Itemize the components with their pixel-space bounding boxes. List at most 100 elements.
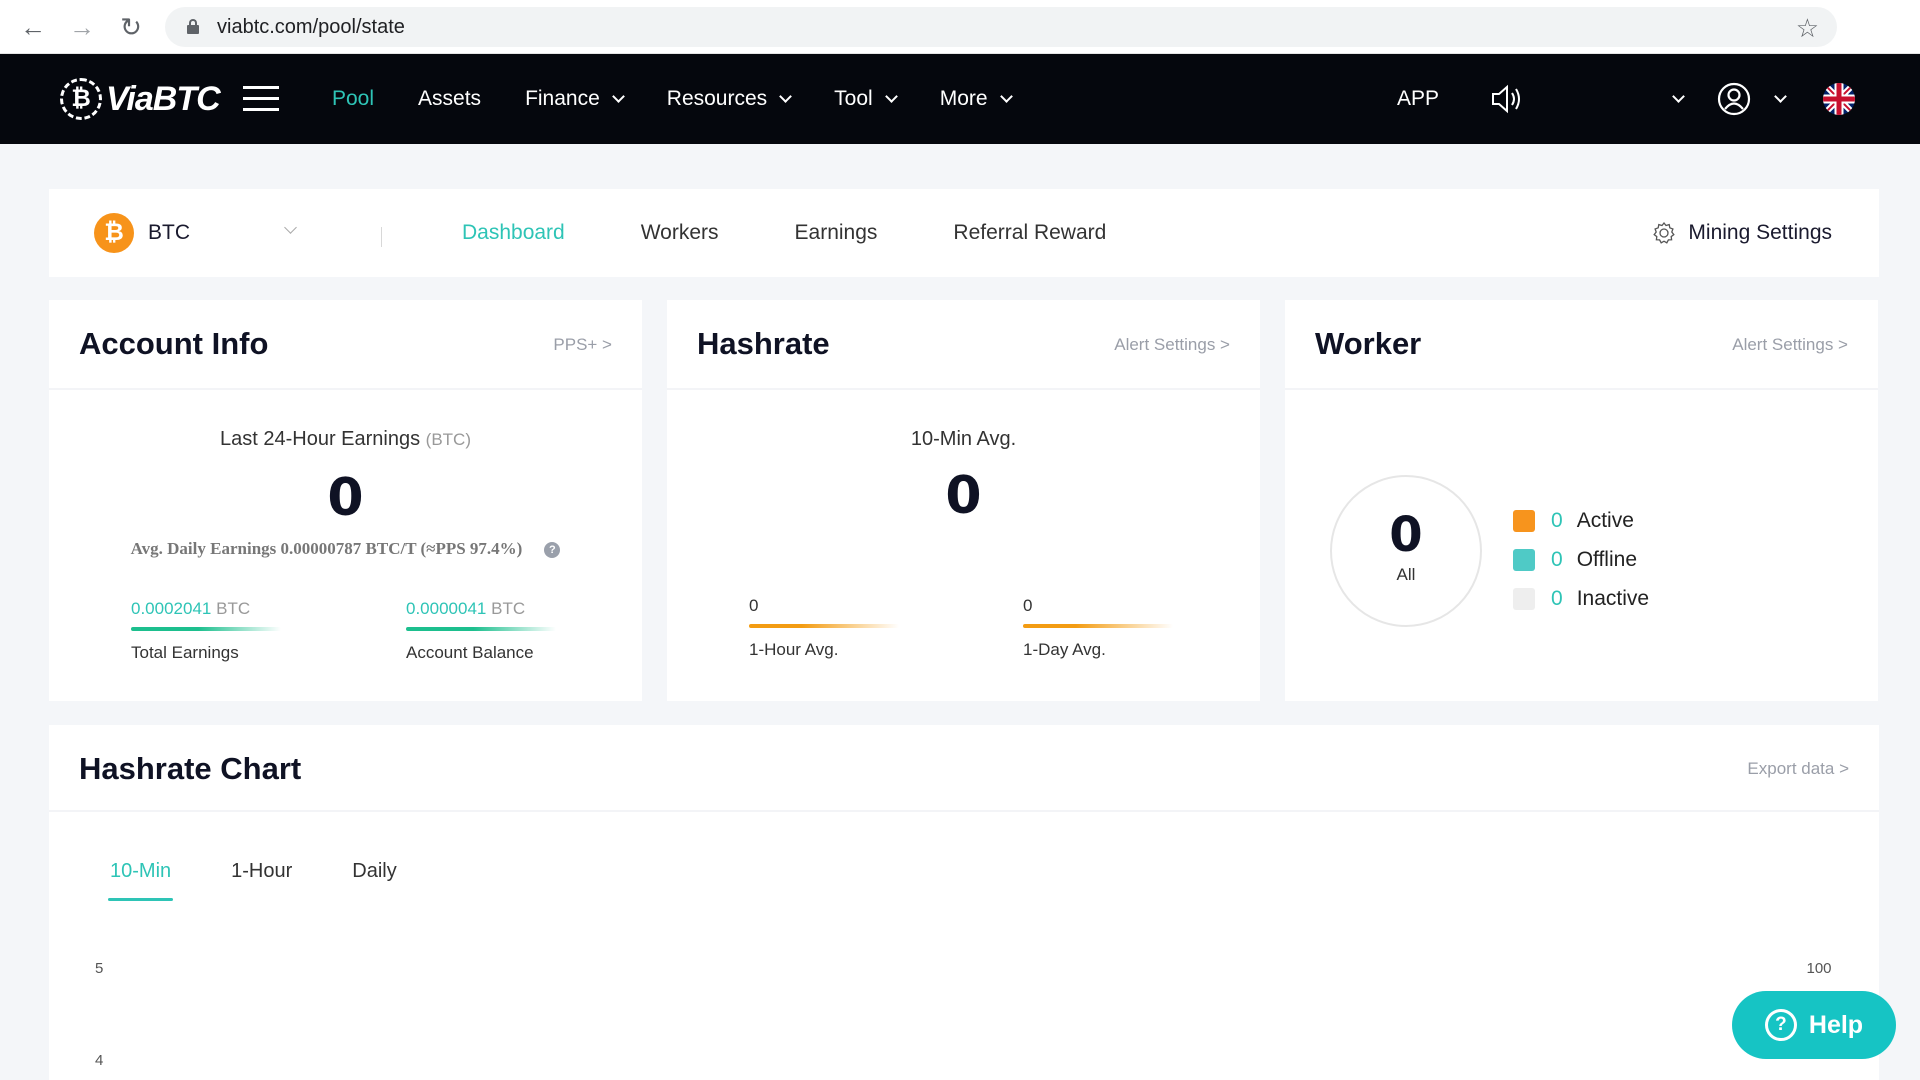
account-info-card: Account Info PPS+ > Last 24-Hour Earning… [49, 300, 642, 701]
chevron-down-icon [884, 89, 898, 103]
divider [381, 227, 382, 247]
legend-count: 0 [1551, 508, 1563, 532]
logo-mark-icon: ₿ [60, 78, 102, 120]
user-dropdown[interactable] [1762, 54, 1787, 144]
help-question-icon[interactable]: ? [544, 542, 561, 558]
chevron-down-icon [999, 89, 1013, 103]
account-balance-stat: 0.0000041 BTC Account Balance [406, 599, 556, 663]
notification-dropdown[interactable] [1660, 54, 1685, 144]
legend-label: Inactive [1576, 586, 1650, 610]
one-day-avg-bar [1023, 624, 1173, 628]
legend-count: 0 [1551, 586, 1563, 610]
legend-swatch [1513, 548, 1535, 571]
nav-item-label: Pool [332, 87, 375, 110]
total-earnings-bar [131, 627, 281, 631]
back-arrow-icon[interactable]: ← [18, 12, 48, 42]
account-balance-bar [406, 627, 556, 631]
chevron-down-icon [284, 221, 297, 234]
pps-plus-link[interactable]: PPS+ > [553, 335, 612, 355]
coin-selector[interactable]: ₿ BTC [94, 213, 304, 253]
help-label: Help [1808, 1010, 1864, 1039]
worker-legend-active[interactable]: 0 Active [1513, 501, 1649, 540]
viabtc-logo[interactable]: ₿ ViaBTC [60, 76, 221, 122]
card-title: Worker [1315, 326, 1422, 361]
tab-earnings[interactable]: Earnings [795, 221, 878, 245]
export-data-link[interactable]: Export data > [1747, 759, 1849, 779]
nav-item-assets[interactable]: Assets [418, 87, 481, 111]
nav-item-more[interactable]: More [939, 87, 1013, 111]
total-earnings-value: 0.0002041 BTC [131, 599, 251, 618]
address-bar[interactable]: viabtc.com/pool/state ☆ [165, 7, 1837, 47]
mining-settings-label: Mining Settings [1688, 221, 1832, 244]
browser-toolbar: ← → ↻ viabtc.com/pool/state ☆ [0, 0, 1920, 54]
legend-label: Offline [1576, 547, 1638, 571]
app-link[interactable]: APP [1397, 54, 1439, 144]
legend-swatch [1513, 509, 1535, 532]
last-24h-earnings-label: Last 24-Hour Earnings (BTC) [220, 428, 471, 450]
dashboard-tabs: Dashboard Workers Earnings Referral Reward [462, 189, 1182, 277]
logo-text: ViaBTC [106, 79, 221, 118]
range-tab-daily[interactable]: Daily [352, 860, 396, 901]
hashrate-card: Hashrate Alert Settings > 10-Min Avg. 0 … [667, 300, 1260, 701]
card-title: Hashrate [697, 326, 830, 361]
nav-item-label: More [939, 87, 988, 110]
lock-icon [187, 19, 199, 34]
reload-icon[interactable]: ↻ [116, 12, 146, 42]
help-button[interactable]: ? Help [1732, 991, 1896, 1059]
hashrate-alert-settings-link[interactable]: Alert Settings > [1114, 335, 1230, 355]
nav-item-label: Finance [525, 87, 600, 110]
chevron-down-icon [1774, 89, 1787, 103]
nav-item-pool[interactable]: Pool [332, 87, 374, 111]
forward-arrow-icon[interactable]: → [67, 12, 97, 42]
worker-alert-settings-link[interactable]: Alert Settings > [1732, 335, 1848, 355]
gear-icon [1653, 221, 1676, 244]
user-account-icon[interactable] [1717, 54, 1751, 144]
one-day-avg-label: 1-Day Avg. [1023, 640, 1106, 659]
account-balance-value: 0.0000041 BTC [406, 599, 526, 618]
url-text[interactable]: viabtc.com/pool/state [217, 16, 405, 39]
main-menu: Pool Assets Finance Resources Tool More [332, 54, 1055, 144]
range-tab-10-min[interactable]: 10-Min [107, 860, 174, 901]
ten-min-avg-value: 0 [945, 466, 982, 526]
worker-status-legend: 0 Active 0 Offline 0 Inactive [1513, 501, 1649, 618]
total-earnings-label: Total Earnings [131, 643, 239, 662]
one-hour-avg-bar [749, 624, 899, 628]
coin-name: BTC [148, 221, 190, 244]
coin-tab-bar: ₿ BTC Dashboard Workers Earnings Referral R… [49, 189, 1879, 277]
card-title: Account Info [79, 326, 269, 361]
one-day-avg-stat: 0 1-Day Avg. [1023, 596, 1173, 660]
legend-count: 0 [1551, 547, 1563, 571]
worker-total-value: 0 [1389, 507, 1423, 563]
total-earnings-stat: 0.0002041 BTC Total Earnings [131, 599, 281, 663]
hamburger-menu-icon[interactable] [243, 86, 279, 112]
nav-item-label: Tool [834, 87, 873, 110]
one-hour-avg-label: 1-Hour Avg. [749, 640, 839, 659]
worker-total-ring[interactable]: 0 All [1330, 475, 1482, 627]
tab-dashboard[interactable]: Dashboard [462, 221, 565, 245]
worker-total-label: All [1396, 565, 1416, 584]
nav-item-resources[interactable]: Resources [666, 87, 793, 111]
chart-title: Hashrate Chart [79, 751, 302, 786]
tab-workers[interactable]: Workers [641, 221, 719, 245]
help-question-icon: ? [1764, 1009, 1797, 1041]
tab-referral-reward[interactable]: Referral Reward [953, 221, 1106, 245]
bookmark-star-icon[interactable]: ☆ [1796, 13, 1819, 44]
mining-settings-button[interactable]: Mining Settings [1652, 189, 1832, 277]
nav-item-finance[interactable]: Finance [525, 87, 625, 111]
language-uk-flag-icon[interactable] [1823, 54, 1855, 144]
announcement-speaker-icon[interactable] [1490, 54, 1524, 144]
hashrate-chart-plot: 5 4 100 [95, 960, 1832, 1069]
last-24h-earnings-value: 0 [327, 468, 364, 528]
worker-legend-offline[interactable]: 0 Offline [1513, 540, 1649, 579]
worker-legend-inactive[interactable]: 0 Inactive [1513, 579, 1649, 618]
left-axis-tick-label: 4 [95, 1052, 103, 1069]
one-day-avg-value: 0 [1023, 596, 1033, 615]
bitcoin-icon: ₿ [94, 213, 134, 253]
nav-item-label: Resources [666, 87, 768, 110]
range-tab-1-hour[interactable]: 1-Hour [231, 860, 292, 901]
nav-item-tool[interactable]: Tool [834, 87, 898, 111]
hashrate-chart-card: Hashrate Chart Export data > 10-Min 1-Hou… [49, 725, 1879, 1080]
right-axis-tick-label: 100 [1806, 960, 1831, 977]
left-axis-tick-label: 5 [95, 960, 103, 977]
ten-min-avg-label: 10-Min Avg. [910, 428, 1017, 450]
